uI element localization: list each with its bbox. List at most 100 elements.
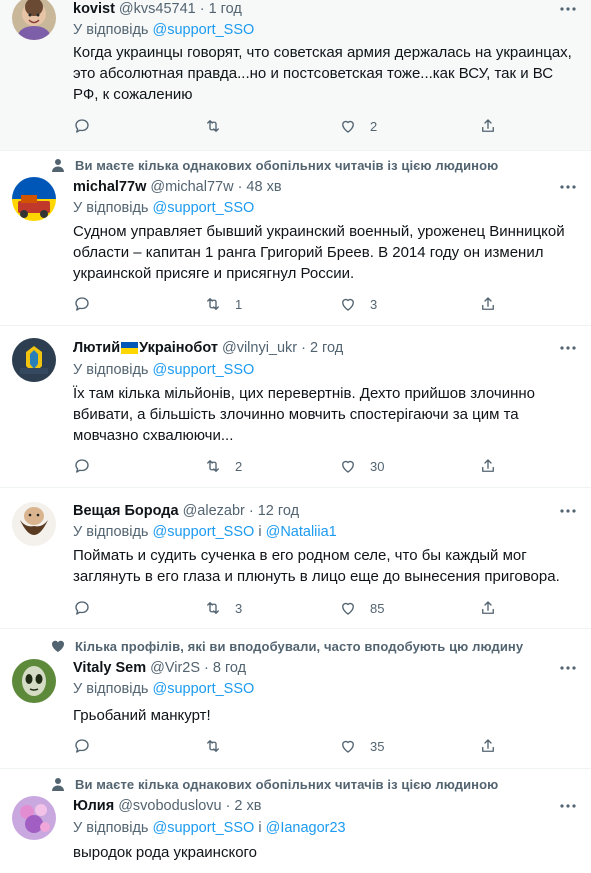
share-icon xyxy=(482,459,494,472)
avatar[interactable] xyxy=(12,659,56,703)
share-icon xyxy=(482,601,494,614)
social-context: Ви маєте кілька однакових обопільних чит… xyxy=(50,775,498,793)
reply-prefix: У відповідь xyxy=(73,524,149,540)
display-name[interactable]: Юлия xyxy=(73,798,114,814)
reply-prefix: У відповідь xyxy=(73,200,149,216)
mention-link[interactable]: @support_SSO xyxy=(153,200,255,216)
share-button[interactable] xyxy=(479,294,497,314)
display-name[interactable]: michal77w xyxy=(73,179,146,195)
like-button[interactable]: 30 xyxy=(339,456,384,476)
display-name[interactable]: Вещая Борода xyxy=(73,503,179,519)
user-handle[interactable]: @svoboduslovu xyxy=(118,798,221,814)
share-button[interactable] xyxy=(479,456,497,476)
tweet-4[interactable]: Вещая Борода @alezabr · 12 год У відпові… xyxy=(0,488,591,629)
tweet-2[interactable]: Ви маєте кілька однакових обопільних чит… xyxy=(0,151,591,326)
heart-icon xyxy=(51,640,65,652)
timestamp[interactable]: 12 год xyxy=(258,503,299,519)
display-name[interactable]: Vitaly Sem xyxy=(73,660,146,676)
more-icon[interactable] xyxy=(559,0,577,18)
reply-prefix: У відповідь xyxy=(73,820,149,836)
avatar[interactable] xyxy=(12,0,56,40)
like-button[interactable]: 85 xyxy=(339,598,384,618)
more-icon[interactable] xyxy=(559,797,577,815)
display-name-part[interactable]: Лютий xyxy=(73,340,120,356)
tweet-header: Vitaly Sem @Vir2S · 8 год xyxy=(73,658,246,678)
tweet-header: michal77w @michal77w · 48 хв xyxy=(73,177,282,197)
ukraine-flag-icon xyxy=(121,342,139,354)
like-icon xyxy=(342,120,354,133)
mention-link[interactable]: @support_SSO xyxy=(153,362,255,378)
retweet-count: 2 xyxy=(235,458,243,474)
tweet-actions: 1 3 xyxy=(73,294,513,314)
avatar[interactable] xyxy=(12,796,56,840)
reply-context: У відповідь @support_SSO і @Nataliia1 xyxy=(73,524,337,540)
share-button[interactable] xyxy=(479,736,497,756)
mention-link[interactable]: @support_SSO xyxy=(153,820,255,836)
separator-dot: · xyxy=(204,660,209,676)
retweet-button[interactable]: 1 xyxy=(204,294,242,314)
reply-button[interactable] xyxy=(73,116,91,136)
like-count: 30 xyxy=(370,458,385,474)
user-handle[interactable]: @michal77w xyxy=(150,179,233,195)
mention-link[interactable]: @support_SSO xyxy=(153,22,255,38)
retweet-icon xyxy=(207,298,219,310)
retweet-button[interactable] xyxy=(204,116,235,136)
share-button[interactable] xyxy=(479,116,497,136)
avatar[interactable] xyxy=(12,338,56,382)
separator-dot: · xyxy=(199,1,205,17)
social-context: Ви маєте кілька однакових обопільних чит… xyxy=(50,156,498,174)
reply-button[interactable] xyxy=(73,598,91,618)
person-icon xyxy=(52,159,64,172)
like-button[interactable]: 35 xyxy=(339,736,384,756)
share-button[interactable] xyxy=(479,598,497,618)
more-icon[interactable] xyxy=(559,659,577,677)
mention-link[interactable]: @support_SSO xyxy=(153,524,255,540)
user-handle[interactable]: @alezabr xyxy=(183,503,245,519)
display-name[interactable]: kovist xyxy=(73,1,115,17)
more-icon[interactable] xyxy=(559,502,577,520)
user-handle[interactable]: @vilnyi_ukr xyxy=(222,340,297,356)
tweet-actions: 35 xyxy=(73,736,513,756)
reply-button[interactable] xyxy=(73,294,91,314)
reply-prefix: У відповідь xyxy=(73,362,149,378)
more-icon[interactable] xyxy=(559,339,577,357)
timestamp[interactable]: 48 хв xyxy=(246,179,281,195)
like-button[interactable]: 3 xyxy=(339,294,377,314)
reply-button[interactable] xyxy=(73,736,91,756)
user-handle[interactable]: @Vir2S xyxy=(150,660,200,676)
retweet-icon xyxy=(207,740,219,752)
mention-link[interactable]: @Ianagor23 xyxy=(266,820,346,836)
tweet-header: kovist @kvs45741 · 1 год xyxy=(73,0,242,19)
tweet-actions: 2 xyxy=(73,116,513,136)
timestamp[interactable]: 1 год xyxy=(209,1,242,17)
timestamp[interactable]: 2 год xyxy=(310,340,343,356)
reply-context: У відповідь @support_SSO xyxy=(73,362,254,378)
reply-prefix: У відповідь xyxy=(73,22,149,38)
timestamp[interactable]: 8 год xyxy=(213,660,246,676)
retweet-icon xyxy=(207,460,219,472)
more-icon[interactable] xyxy=(559,178,577,196)
like-icon xyxy=(342,740,354,753)
user-handle[interactable]: @kvs45741 xyxy=(119,1,196,17)
tweet-header: Вещая Борода @alezabr · 12 год xyxy=(73,501,299,521)
reply-icon xyxy=(75,297,89,311)
tweet-actions: 2 30 xyxy=(73,456,513,476)
tweet-3[interactable]: Лютий Украінобот @vilnyi_ukr · 2 год У в… xyxy=(0,326,591,488)
mention-link[interactable]: @Nataliia1 xyxy=(266,524,337,540)
like-button[interactable]: 2 xyxy=(339,116,377,136)
retweet-count: 3 xyxy=(235,600,243,616)
avatar[interactable] xyxy=(12,177,56,221)
reply-button[interactable] xyxy=(73,456,91,476)
avatar[interactable] xyxy=(12,502,56,546)
timestamp[interactable]: 2 хв xyxy=(234,798,261,814)
separator-dot: · xyxy=(248,503,254,519)
display-name-part[interactable]: Украінобот xyxy=(139,340,218,356)
tweet-5[interactable]: Кілька профілів, які ви вподобували, час… xyxy=(0,629,591,769)
tweet-1[interactable]: kovist @kvs45741 · 1 год У відповідь @su… xyxy=(0,0,591,151)
mention-link[interactable]: @support_SSO xyxy=(153,681,255,697)
tweet-6[interactable]: Ви маєте кілька однакових обопільних чит… xyxy=(0,769,591,873)
separator-dot: · xyxy=(237,179,243,195)
retweet-button[interactable]: 3 xyxy=(204,598,242,618)
retweet-button[interactable] xyxy=(204,736,235,756)
retweet-button[interactable]: 2 xyxy=(204,456,242,476)
